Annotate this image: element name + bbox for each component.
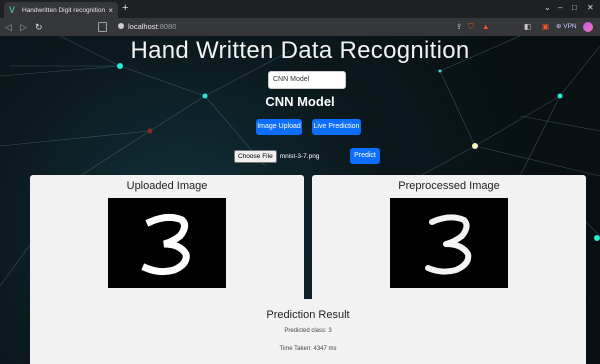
maximize-icon[interactable]: □	[572, 3, 577, 12]
share-icon[interactable]: ⇪	[456, 21, 462, 33]
file-name: mnist-3-7.png	[279, 152, 320, 160]
vpn-button[interactable]: ⊕ VPN	[556, 21, 577, 33]
network-node	[594, 235, 600, 241]
rewards-icon[interactable]: ▲	[482, 21, 489, 33]
predict-button[interactable]: Predict	[350, 148, 380, 164]
time-taken: Time Taken: 4347 ms	[279, 346, 337, 352]
digit-three-image	[141, 213, 190, 276]
lock-icon[interactable]	[118, 23, 124, 29]
tab-title: Handwritten Digit recognition	[22, 6, 106, 14]
page-title: Hand Written Data Recognition	[130, 37, 470, 64]
bookmark-icon[interactable]	[98, 22, 107, 32]
back-icon[interactable]: ◁	[5, 21, 12, 33]
minimize-icon[interactable]: –	[558, 3, 562, 12]
tab-close-icon[interactable]: ×	[108, 6, 113, 15]
live-prediction-button[interactable]: Live Prediction	[312, 119, 361, 135]
file-input: Choose File mnist-3-7.png	[234, 149, 320, 163]
sidebar-icon[interactable]: ◧	[524, 21, 531, 33]
browser-tab[interactable]: V Handwritten Digit recognition ×	[4, 2, 118, 18]
avatar-icon[interactable]	[583, 22, 593, 32]
model-select[interactable]: CNN Model	[268, 71, 346, 89]
uploaded-image-card: Uploaded Image	[30, 175, 304, 303]
preprocessed-image-card: Preprocessed Image	[312, 175, 586, 303]
uploaded-image	[108, 198, 226, 288]
reload-icon[interactable]: ↻	[35, 21, 43, 33]
forward-icon[interactable]: ▷	[20, 21, 27, 33]
url-port: :8080	[157, 22, 177, 31]
preprocessed-image	[390, 198, 508, 288]
choose-file-button[interactable]: Choose File	[234, 149, 277, 163]
model-title: CNN Model	[265, 94, 335, 109]
network-node	[438, 69, 442, 73]
brave-shield-icon[interactable]: ⛉	[468, 21, 474, 33]
vue-logo-icon: V	[9, 4, 16, 15]
address-bar: ◁ ▷ ↻ localhost:8080 ⇪ ⛉ ▲ ◧ ▣ ⊕ VPN	[0, 18, 600, 36]
image-upload-button[interactable]: Image Upload	[256, 119, 302, 135]
url-host: localhost	[128, 22, 158, 31]
tab-search-icon[interactable]: ⌄	[544, 3, 551, 12]
vpn-label: VPN	[563, 23, 577, 30]
new-tab-button[interactable]: +	[122, 3, 128, 14]
page-content: Hand Written Data Recognition CNN Model …	[0, 36, 600, 364]
digit-three-image	[425, 214, 472, 275]
prediction-result-card: Prediction Result Predicted class: 3 Tim…	[30, 299, 586, 364]
prediction-result-title: Prediction Result	[266, 309, 350, 321]
wallet-icon[interactable]: ▣	[542, 21, 549, 33]
network-node	[147, 128, 153, 134]
close-icon[interactable]: ✕	[587, 3, 594, 12]
predicted-class: Predicted class: 3	[284, 328, 332, 334]
network-node	[472, 143, 478, 149]
uploaded-image-title: Uploaded Image	[126, 180, 208, 192]
browser-tab-bar: V Handwritten Digit recognition × + ⌄ – …	[0, 0, 600, 18]
url-field[interactable]: localhost:8080	[128, 21, 176, 33]
preprocessed-image-title: Preprocessed Image	[398, 180, 500, 192]
